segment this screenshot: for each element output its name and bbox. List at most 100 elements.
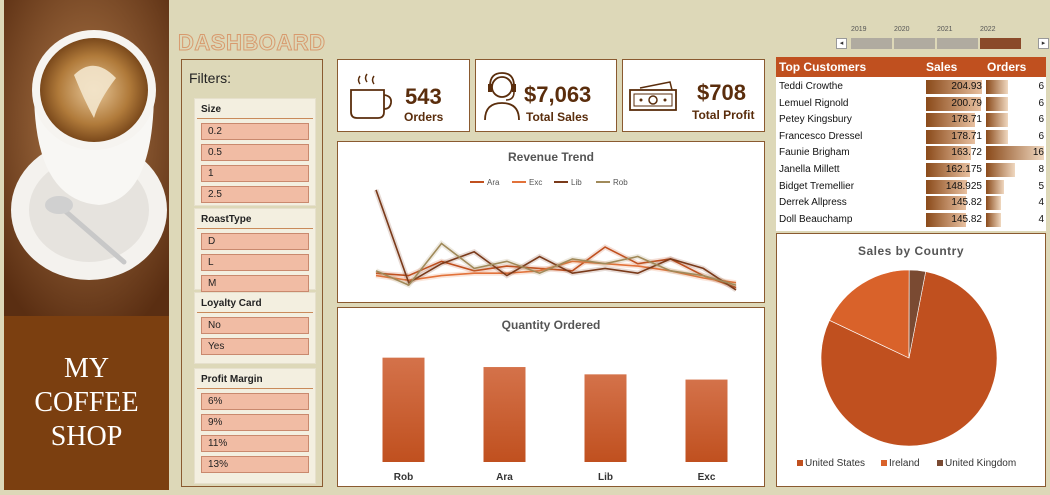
customer-name: Bidget Tremellier	[779, 180, 855, 192]
customer-name: Lemuel Rignold	[779, 97, 849, 109]
slicer-size-item[interactable]: 0.2	[201, 123, 309, 140]
slicer-roast-item[interactable]: D	[201, 233, 309, 250]
timeline-right-arrow-icon[interactable]: ▸	[1038, 38, 1049, 49]
table-row: Janella Millett 162.175 8	[776, 162, 1046, 178]
customer-sales: 148.925	[945, 180, 982, 192]
legend-label: Exc	[529, 178, 542, 187]
filters-title: Filters:	[189, 70, 231, 86]
customer-name: Janella Millett	[779, 164, 840, 175]
coffee-photo	[4, 0, 169, 316]
legend-label: Ara	[487, 178, 500, 187]
slicer-margin-item[interactable]: 9%	[201, 414, 309, 431]
table-row: Teddi Crowthe 204.93 6	[776, 79, 1046, 95]
kpi-profit-label: Total Profit	[692, 108, 755, 122]
pie-legend-item: United Kingdom	[937, 458, 1016, 469]
slicer-roast-item[interactable]: M	[201, 275, 309, 292]
timeline-bar-2022[interactable]	[980, 38, 1021, 49]
pie-legend-item: United States	[797, 458, 865, 469]
timeline-year-2019: 2019	[851, 26, 867, 33]
slicer-size-label: Size	[197, 99, 313, 119]
slicer-roast-label: RoastType	[197, 209, 313, 229]
bar-rob	[382, 357, 425, 462]
customer-orders: 6	[1038, 97, 1044, 109]
legend-label: Rob	[613, 178, 628, 187]
legend-item-ara: Ara	[470, 178, 500, 187]
bar-exc	[685, 379, 728, 462]
orders-databar	[986, 113, 1008, 128]
kpi-sales-label: Total Sales	[526, 110, 589, 124]
kpi-sales-card: $7,063 Total Sales	[475, 59, 617, 132]
top-customers-header: Top Customers Sales Orders	[776, 57, 1046, 77]
slicer-loyalty-label: Loyalty Card	[197, 293, 313, 313]
legend-item-exc: Exc	[512, 178, 542, 187]
customer-orders: 6	[1038, 81, 1044, 92]
legend-label: Lib	[571, 178, 582, 187]
customer-sales: 145.82	[951, 197, 982, 209]
col-header-orders: Orders	[987, 60, 1027, 74]
bar-label-rob: Rob	[394, 472, 413, 483]
customer-name: Derrek Allpress	[779, 197, 847, 209]
brand-line-2: COFFEE	[34, 387, 139, 418]
quantity-ordered-chart: Rob Ara Lib Exc	[382, 357, 728, 483]
slicer-margin-label: Profit Margin	[197, 369, 313, 389]
customer-sales: 178.71	[951, 114, 982, 126]
slicer-size-item[interactable]: 2.5	[201, 186, 309, 203]
table-row: Derrek Allpress 145.82 4	[776, 195, 1046, 211]
customer-sales: 163.72	[951, 147, 982, 159]
slicer-margin-item[interactable]: 6%	[201, 393, 309, 410]
money-bill-icon	[629, 81, 677, 111]
customer-name: Faunie Brigham	[779, 147, 850, 159]
bar-label-exc: Exc	[698, 472, 716, 483]
timeline-bar-2020[interactable]	[894, 38, 935, 49]
pie-legend-item: Ireland	[881, 458, 920, 469]
orders-databar	[986, 196, 1001, 211]
timeline-bar-2021[interactable]	[937, 38, 978, 49]
timeline-left-arrow-icon[interactable]: ◂	[836, 38, 847, 49]
slicer-loyalty-item[interactable]: Yes	[201, 338, 309, 355]
slicer-roast-item[interactable]: L	[201, 254, 309, 271]
pie-legend-label: Ireland	[889, 458, 920, 469]
customer-sales: 178.71	[951, 130, 982, 142]
customer-headset-icon	[484, 72, 520, 121]
brand-line-1: MY	[63, 353, 110, 384]
slicer-size: Size 0.2 0.5 1 2.5	[194, 98, 316, 206]
customer-orders: 8	[1038, 164, 1044, 175]
col-header-customer: Top Customers	[779, 60, 867, 74]
table-row: Doll Beauchamp 145.82 4	[776, 212, 1046, 228]
customer-name: Francesco Dressel	[779, 130, 863, 142]
kpi-orders-value: 543	[405, 84, 442, 109]
customer-orders: 6	[1038, 130, 1044, 142]
legend-item-rob: Rob	[596, 178, 628, 187]
col-header-sales: Sales	[926, 60, 958, 74]
bar-lib	[584, 374, 627, 462]
table-row: Lemuel Rignold 200.79 6	[776, 96, 1046, 112]
bar-ara	[483, 367, 526, 462]
pie-legend-label: United Kingdom	[945, 458, 1016, 469]
slicer-loyalty-item[interactable]: No	[201, 317, 309, 334]
table-row: Faunie Brigham 163.72 16	[776, 145, 1046, 161]
table-row: Francesco Dressel 178.71 6	[776, 129, 1046, 145]
kpi-sales-value: $7,063	[524, 82, 592, 107]
quantity-ordered-panel: Quantity Ordered Rob Ara Lib Exc	[337, 307, 765, 487]
kpi-orders-label: Orders	[404, 110, 444, 124]
slicer-margin-item[interactable]: 13%	[201, 456, 309, 473]
slicer-roast-type: RoastType D L M	[194, 208, 316, 292]
timeline-bar-2019[interactable]	[851, 38, 892, 49]
slicer-size-item[interactable]: 1	[201, 165, 309, 182]
year-timeline[interactable]: 2019 2020 2021 2022 ◂ ▸	[834, 26, 1050, 54]
brand-block: MY COFFEE SHOP	[4, 316, 169, 490]
customer-name: Doll Beauchamp	[779, 213, 853, 225]
table-row: Petey Kingsbury 178.71 6	[776, 112, 1046, 128]
slicer-loyalty-card: Loyalty Card No Yes	[194, 292, 316, 364]
slicer-margin-item[interactable]: 11%	[201, 435, 309, 452]
slicer-size-item[interactable]: 0.5	[201, 144, 309, 161]
orders-databar	[986, 179, 1005, 194]
customer-orders: 4	[1038, 197, 1044, 209]
timeline-year-2020: 2020	[894, 26, 910, 33]
revenue-trend-chart: Ara Exc Lib Rob	[373, 178, 738, 292]
timeline-year-2021: 2021	[937, 26, 953, 33]
kpi-orders-card: 543 Orders	[337, 59, 470, 132]
orders-databar	[986, 80, 1008, 94]
customer-sales: 145.82	[951, 213, 982, 225]
brand-line-3: SHOP	[50, 421, 123, 452]
